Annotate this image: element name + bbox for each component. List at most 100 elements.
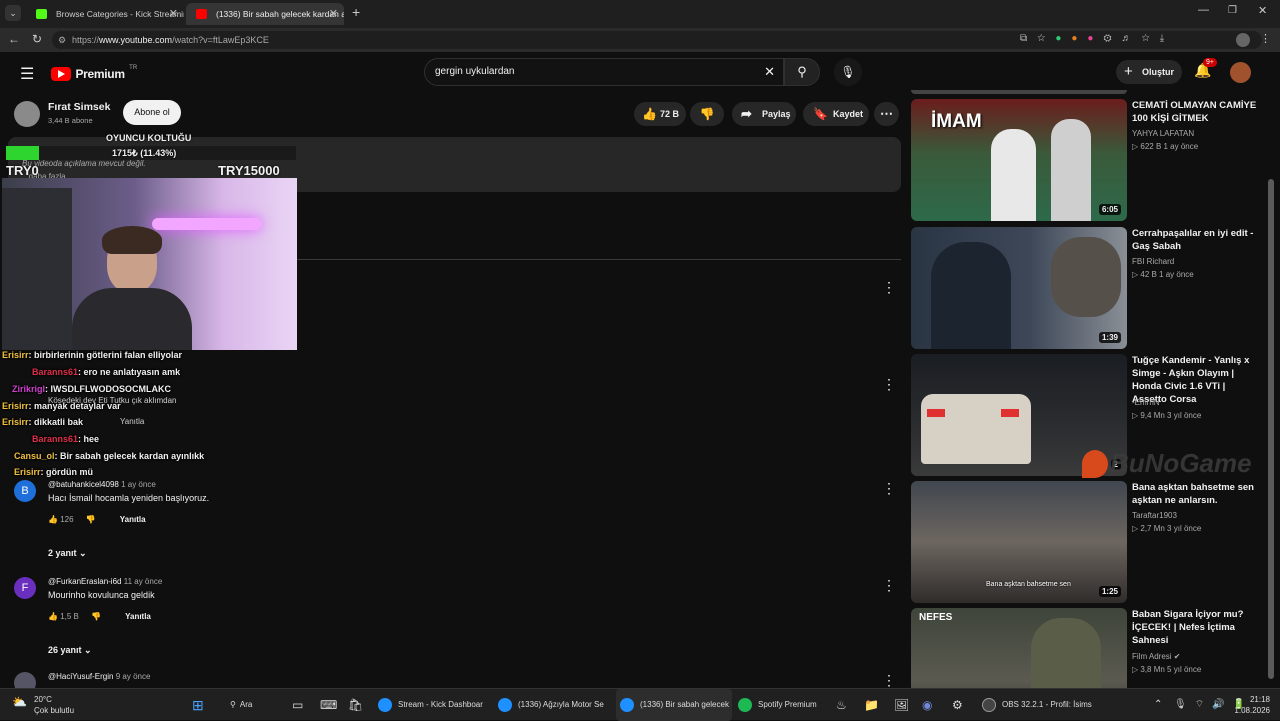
clear-search-icon[interactable]: ✕ [764,64,775,80]
comment-author[interactable]: @HaciYusuf-Ergin [48,672,113,681]
video-title[interactable]: Cerrahpaşalılar en iyi edit - Gaş Sabah [1132,227,1262,253]
start-button[interactable]: ⊞ [192,689,204,721]
menu-icon[interactable]: ⋮ [1260,32,1271,45]
discord-icon[interactable]: ◉ [922,689,932,721]
tray-chevron-icon[interactable]: ⌃ [1154,689,1162,721]
taskbar-app[interactable]: OBS 32.2.1 - Profil: İsims [982,689,1094,721]
app-icon[interactable]: ⚙ [952,689,963,721]
tab-kick[interactable]: Browse Categories - Kick Streamin ✕ [26,3,184,25]
reply-button[interactable]: Yanıtla [120,515,146,524]
thumbs-down-icon[interactable]: 👎 [91,612,101,621]
thumbnail-caption: İMAM [931,111,982,132]
channel-avatar[interactable] [14,101,40,127]
chat-message: Zirikrigl: IWSDLFLWODOSOCMLAKC [2,384,171,394]
taskbar-app[interactable]: Stream - Kick Dashboar [378,689,490,721]
subscribe-button[interactable]: Abone ol [123,100,181,125]
replies-toggle[interactable]: 2 yanıt ⌄ [48,548,87,559]
folder-icon[interactable]: 📁 [864,689,879,721]
account-avatar[interactable] [1230,62,1251,83]
app-icon[interactable]: ⌨ [320,689,337,721]
voice-search-button[interactable]: 🎙 [834,58,862,86]
save-button[interactable]: 🔖 Kaydet [803,102,869,126]
thumbs-up-icon[interactable]: 👍 [48,612,58,621]
weather-widget[interactable]: ⛅ 20°C Çok bulutlu [8,689,74,721]
new-tab-button[interactable]: + [352,4,360,20]
like-button[interactable]: 👍 72 B [634,102,686,126]
channel-name[interactable]: Fırat Simsek [48,101,110,113]
video-channel[interactable]: YAHYA LAFATAN [1132,129,1194,138]
thumbs-down-icon[interactable]: 👎 [86,515,96,524]
video-title[interactable]: Bana aşktan bahsetme sen aşktan ne anlar… [1132,481,1262,507]
avatar[interactable]: B [14,480,36,502]
clock[interactable]: 21:18 1.08.2026 [1226,689,1270,721]
more-actions-button[interactable]: ⋯ [874,102,899,126]
video-thumbnail[interactable]: Bana aşktan bahsetme sen 1:25 [911,481,1127,603]
steam-icon[interactable]: ♨ [836,689,847,721]
related-video[interactable]: İMAM 6:05 CEMATİ OLMAYAN CAMİYE 100 KİŞİ… [911,99,1271,221]
tab-youtube[interactable]: (1336) Bir sabah gelecek kardan a ✕ [186,3,344,25]
taskbar-app[interactable]: Spotify Premium [738,689,826,721]
create-button[interactable]: + Oluştur [1116,60,1182,84]
related-video[interactable]: NEFES Baban Sigara İçiyor mu? İÇECEK! | … [911,608,1271,688]
webcam-overlay [2,178,297,350]
avatar[interactable]: F [14,577,36,599]
close-tab-icon[interactable]: ✕ [329,3,338,25]
close-window-icon[interactable]: ✕ [1258,4,1267,17]
search-button[interactable]: ⚲ [784,58,820,86]
related-video[interactable]: Bana aşktan bahsetme sen 1:25 Bana aşkta… [911,481,1271,603]
maximize-icon[interactable]: ❐ [1228,5,1237,16]
comment-time: 11 ay önce [123,577,163,586]
profile-avatar[interactable] [1236,33,1250,47]
back-icon[interactable]: ← [8,32,20,46]
task-view-icon[interactable]: ▭ [292,689,303,721]
comment-actions: 👍 1,5 B 👎 Yanıtla [48,612,151,621]
chat-user: Baranns61 [32,367,79,377]
url-path: /watch?v=ftLawEp3KCE [172,35,269,45]
video-title[interactable]: CEMATİ OLMAYAN CAMİYE 100 KİŞİ GİTMEK [1132,99,1262,125]
scrollbar-thumb[interactable] [1268,179,1274,679]
search-input[interactable]: gergin uykulardan [435,66,515,77]
video-channel[interactable]: Film Adresi ✔ [1132,652,1181,661]
site-info-icon[interactable]: ⚙ [58,31,66,49]
video-channel[interactable]: -EmrhN [1132,398,1160,407]
hamburger-menu-icon[interactable]: ☰ [20,64,34,84]
reload-icon[interactable]: ↻ [32,32,42,46]
reply-button[interactable]: Yanıtla [125,612,151,621]
taskbar-search[interactable]: ⚲ Ara [230,689,280,721]
taskbar-app[interactable]: (1336) Bir sabah gelecek [616,689,732,721]
comment-author[interactable]: @FurkanEraslan-i6d [48,577,121,586]
youtube-icon [196,9,207,19]
taskbar-app[interactable]: (1336) Ağzıyla Motor Se [498,689,610,721]
avatar[interactable] [14,672,36,688]
app-icon[interactable]: 🖼 [894,689,909,721]
search-box[interactable]: gergin uykulardan ✕ [424,58,784,86]
close-tab-icon[interactable]: ✕ [169,3,178,25]
store-icon[interactable]: 🛍 [348,689,363,721]
thumbs-up-icon[interactable]: 👍 [48,515,58,524]
video-meta: ▷ 9,4 Mn 3 yıl önce [1132,411,1202,420]
comment-author[interactable]: @batuhankicel4098 [48,480,119,489]
comment-menu-icon[interactable]: ⋮ [882,376,896,393]
video-thumbnail[interactable]: NEFES [911,608,1127,688]
video-title[interactable]: Baban Sigara İçiyor mu? İÇECEK! | Nefes … [1132,608,1262,647]
replies-toggle[interactable]: 26 yanıt ⌄ [48,645,92,656]
dislike-button[interactable]: 👎 [690,102,724,126]
taskbar-app-label: Spotify Premium [758,700,817,709]
url-prefix: https:// [72,35,100,45]
video-channel[interactable]: FBI Richard [1132,257,1174,266]
video-channel[interactable]: Taraftar1903 [1132,511,1177,520]
video-meta: ▷ 42 B 1 ay önce [1132,270,1194,279]
comment-menu-icon[interactable]: ⋮ [882,480,896,497]
notifications-button[interactable]: 🔔 9+ [1194,58,1217,79]
comment-menu-icon[interactable]: ⋮ [882,672,896,688]
video-thumbnail[interactable]: 1:39 [911,227,1127,349]
share-button[interactable]: ➦ Paylaş [732,102,796,126]
related-video[interactable]: 1:39 Cerrahpaşalılar en iyi edit - Gaş S… [911,227,1271,349]
minimize-icon[interactable]: — [1198,4,1209,16]
tab-list-button[interactable]: ⌄ [5,5,21,21]
youtube-logo[interactable]: Premium TR [51,65,137,81]
video-thumbnail[interactable]: İMAM 6:05 [911,99,1127,221]
comment-menu-icon[interactable]: ⋮ [882,279,896,296]
comment-menu-icon[interactable]: ⋮ [882,577,896,594]
taskbar-app-label: Stream - Kick Dashboar [398,700,483,709]
